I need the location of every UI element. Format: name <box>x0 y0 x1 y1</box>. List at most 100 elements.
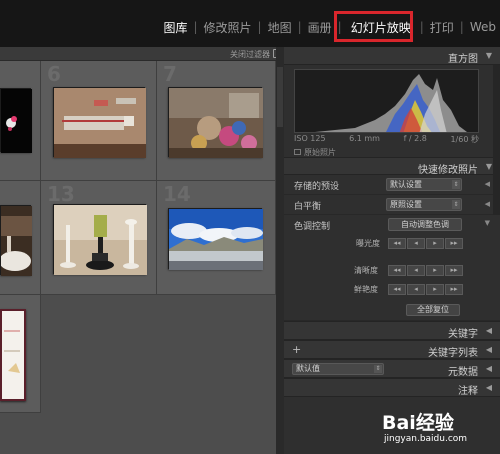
white-balance-value: 原照设置 <box>390 200 422 209</box>
increase-large-button[interactable]: ▸▸ <box>445 265 463 276</box>
cell-number: 6 <box>47 62 61 86</box>
increase-button[interactable]: ▸ <box>426 265 444 276</box>
dropdown-caret-icon: ⇕ <box>452 180 460 189</box>
increase-button[interactable]: ▸ <box>426 284 444 295</box>
module-separator: | <box>193 20 198 34</box>
module-separator: | <box>297 20 302 34</box>
increase-large-button[interactable]: ▸▸ <box>445 238 463 249</box>
expand-triangle-icon[interactable]: ◀ <box>486 383 492 392</box>
keyword-list-header[interactable]: + 关键字列表 ◀ <box>284 340 500 359</box>
collapse-triangle-icon[interactable]: ▼ <box>486 162 492 171</box>
white-balance-dropdown[interactable]: 原照设置 ⇕ <box>386 198 462 211</box>
photo-thumbnail[interactable] <box>0 205 32 276</box>
panel-scrollbar[interactable] <box>493 65 500 215</box>
vibrance-row: 鲜艳度 ◂◂ ◂ ▸ ▸▸ <box>284 281 500 300</box>
module-library[interactable]: 图库 <box>159 19 191 36</box>
metadata-title: 元数据 <box>448 367 478 378</box>
shutter-speed: 1/60 秒 <box>450 135 479 144</box>
decrease-large-button[interactable]: ◂◂ <box>388 284 406 295</box>
grid-cell[interactable]: 6 <box>41 61 157 181</box>
metadata-preset-dropdown[interactable]: 默认值 ⇕ <box>292 363 384 375</box>
spacer-row <box>284 254 500 262</box>
photo-thumbnail[interactable] <box>0 88 32 153</box>
comments-header[interactable]: 注释 ◀ <box>284 378 500 397</box>
decrease-button[interactable]: ◂ <box>407 238 425 249</box>
tone-control-row: 色调控制 自动调整色调 ▼ <box>284 215 500 235</box>
module-web[interactable]: Web <box>466 20 500 34</box>
photo-thumbnail[interactable] <box>0 309 26 401</box>
saved-preset-label: 存储的预设 <box>294 182 340 192</box>
grid-scrollbar-thumb[interactable] <box>277 67 283 127</box>
module-separator: | <box>419 20 424 34</box>
photo-thumbnail[interactable] <box>168 208 263 270</box>
decrease-large-button[interactable]: ◂◂ <box>388 238 406 249</box>
auto-tone-button[interactable]: 自动调整色调 <box>388 218 462 231</box>
saved-preset-row: 存储的预设 默认设置 ⇕ ◀ <box>284 175 500 195</box>
grid-cell[interactable]: 7 <box>157 61 276 181</box>
module-develop[interactable]: 修改照片 <box>200 19 256 36</box>
grid-cell[interactable] <box>0 61 41 181</box>
table-photo <box>0 206 32 276</box>
grid-cell-empty <box>0 413 41 454</box>
collapse-triangle-icon[interactable]: ▼ <box>485 219 490 227</box>
grid-scrollbar[interactable] <box>276 47 284 454</box>
exif-info: ISO 125 6.1 mm f / 2.8 1/60 秒 <box>294 134 479 146</box>
grid-cell[interactable]: 14 <box>157 181 276 295</box>
baidu-watermark: Bai经验 jingyan.baidu.com <box>382 408 494 450</box>
expand-triangle-icon[interactable]: ◀ <box>486 326 492 335</box>
vibrance-stepper: ◂◂ ◂ ▸ ▸▸ <box>388 284 464 295</box>
brown-box-photo <box>54 88 146 158</box>
clarity-row: 清晰度 ◂◂ ◂ ▸ ▸▸ <box>284 262 500 281</box>
photo-thumbnail[interactable] <box>53 87 146 158</box>
white-balance-row: 白平衡 原照设置 ⇕ ◀ <box>284 195 500 215</box>
module-picker: 图库 | 修改照片 | 地图 | 画册 | 幻灯片放映 | 打印 | Web <box>159 17 500 37</box>
increase-button[interactable]: ▸ <box>426 238 444 249</box>
add-keyword-icon[interactable]: + <box>292 343 301 356</box>
focal-length: 6.1 mm <box>349 134 380 143</box>
expand-triangle-icon[interactable]: ◀ <box>485 200 490 208</box>
slideshow-highlight-box <box>334 11 413 42</box>
decrease-button[interactable]: ◂ <box>407 284 425 295</box>
metadata-preset-value: 默认值 <box>296 364 320 373</box>
candle-photo <box>54 205 147 275</box>
filter-off-label[interactable]: 关闭过滤器 <box>230 49 270 60</box>
keyword-list-title: 关键字列表 <box>428 348 478 359</box>
photo-thumbnail[interactable] <box>168 87 263 158</box>
saved-preset-dropdown[interactable]: 默认设置 ⇕ <box>386 178 462 191</box>
reset-all-button[interactable]: 全部复位 <box>406 304 460 316</box>
metadata-header[interactable]: 默认值 ⇕ 元数据 ◀ <box>284 359 500 378</box>
module-separator: | <box>459 20 464 34</box>
increase-large-button[interactable]: ▸▸ <box>445 284 463 295</box>
expand-triangle-icon[interactable]: ◀ <box>486 364 492 373</box>
cell-number: 14 <box>163 182 191 206</box>
expand-triangle-icon[interactable]: ◀ <box>485 180 490 188</box>
grid-cell[interactable] <box>0 295 41 413</box>
histogram-chart <box>295 70 478 132</box>
photo-thumbnail[interactable] <box>53 204 147 275</box>
module-map[interactable]: 地图 <box>264 19 296 36</box>
grid-cell[interactable]: 13 <box>41 181 157 295</box>
module-separator: | <box>257 20 262 34</box>
landscape-photo <box>169 209 263 270</box>
module-book[interactable]: 画册 <box>304 19 336 36</box>
original-photo-label: 原始照片 <box>304 148 336 157</box>
module-print[interactable]: 打印 <box>426 19 458 36</box>
white-balance-label: 白平衡 <box>294 202 322 212</box>
watermark-url: jingyan.baidu.com <box>384 434 468 444</box>
grid-cell[interactable] <box>0 181 41 295</box>
decorations-photo <box>169 88 263 158</box>
reset-row: 全部复位 <box>284 300 500 321</box>
collapse-triangle-icon[interactable]: ▼ <box>486 51 492 60</box>
decrease-large-button[interactable]: ◂◂ <box>388 265 406 276</box>
checkbox-icon[interactable] <box>294 149 301 155</box>
quick-develop-header[interactable]: 快速修改照片 ▼ <box>284 157 500 176</box>
expand-triangle-icon[interactable]: ◀ <box>486 345 492 354</box>
saved-preset-value: 默认设置 <box>390 180 422 189</box>
keywording-header[interactable]: 关键字 ◀ <box>284 321 500 340</box>
histogram-header[interactable]: 直方图 ▼ <box>284 47 500 65</box>
clarity-label: 清晰度 <box>354 266 378 275</box>
dropdown-caret-icon: ⇕ <box>374 365 382 373</box>
grid-cell-empty <box>41 295 157 454</box>
right-panel: 直方图 ▼ ISO 125 6.1 mm f / 2.8 1/60 秒 原始照片… <box>284 47 500 454</box>
decrease-button[interactable]: ◂ <box>407 265 425 276</box>
